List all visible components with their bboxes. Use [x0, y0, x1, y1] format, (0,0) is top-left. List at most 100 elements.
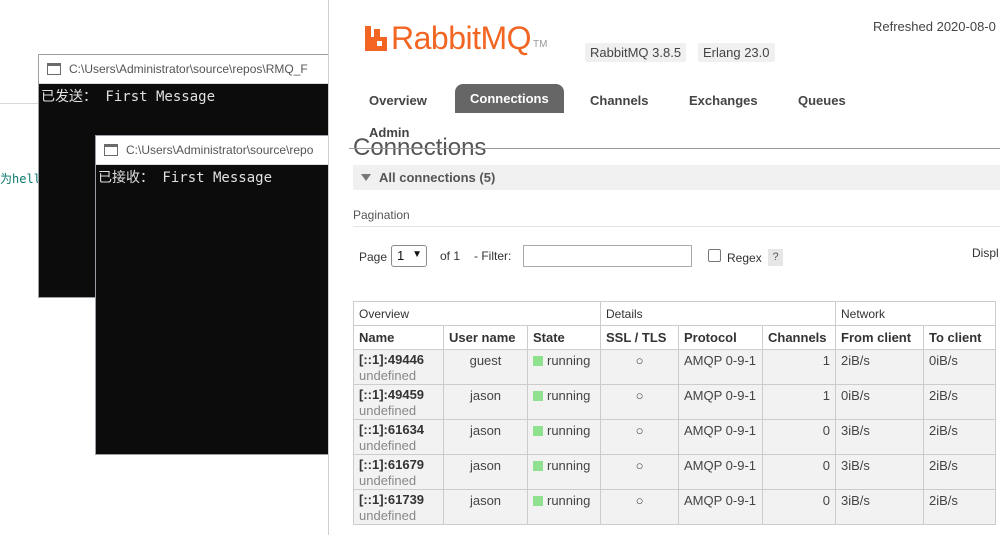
- rabbitmq-logo: RabbitMQ TM: [363, 22, 548, 54]
- ide-divider: [0, 103, 40, 104]
- state-text: running: [547, 458, 591, 473]
- user-name: jason: [443, 384, 528, 420]
- group-header-overview: Overview: [353, 301, 601, 326]
- user-name: jason: [443, 419, 528, 455]
- table-row: [::1]:61679 undefined jason running ○ AMQ…: [353, 454, 996, 490]
- column-header-channels[interactable]: Channels: [762, 325, 836, 350]
- state-text: running: [547, 353, 591, 368]
- logo-text: RabbitMQ: [391, 20, 532, 56]
- state-text: running: [547, 388, 591, 403]
- channels-count: 1: [762, 384, 836, 420]
- protocol: AMQP 0-9-1: [678, 384, 763, 420]
- column-header-protocol[interactable]: Protocol: [678, 325, 763, 350]
- connection-client: undefined: [359, 438, 417, 453]
- connection-name-link[interactable]: [::1]:49459: [359, 387, 438, 403]
- collapse-triangle-icon[interactable]: [361, 174, 371, 181]
- user-name: guest: [443, 349, 528, 385]
- console-output: 已接收： First Message: [98, 170, 273, 186]
- filter-input[interactable]: [523, 245, 692, 267]
- connection-name-link[interactable]: [::1]:49446: [359, 352, 438, 368]
- protocol: AMQP 0-9-1: [678, 349, 763, 385]
- logo-trademark: TM: [533, 39, 548, 50]
- user-name: jason: [443, 489, 528, 525]
- state-text: running: [547, 493, 591, 508]
- all-connections-toggle[interactable]: All connections (5): [353, 165, 1000, 190]
- section-label[interactable]: All connections (5): [379, 170, 495, 185]
- channels-count: 0: [762, 419, 836, 455]
- to-client-rate: 2iB/s: [923, 419, 996, 455]
- from-client-rate: 3iB/s: [835, 489, 924, 525]
- console-titlebar[interactable]: C:\Users\Administrator\source\repo: [96, 136, 334, 165]
- regex-label: Regex: [727, 251, 762, 265]
- state-text: running: [547, 423, 591, 438]
- page-select[interactable]: 1 ▼: [391, 245, 427, 267]
- channels-count: 0: [762, 454, 836, 490]
- pagination-label: Pagination: [353, 208, 410, 222]
- table-row: [::1]:49459 undefined jason running ○ AMQ…: [353, 384, 996, 420]
- tab-overview[interactable]: Overview: [369, 93, 427, 108]
- chevron-down-icon: ▼: [412, 249, 422, 260]
- connection-client: undefined: [359, 473, 417, 488]
- user-name: jason: [443, 454, 528, 490]
- running-status-icon: [533, 426, 543, 436]
- from-client-rate: 3iB/s: [835, 454, 924, 490]
- ide-code-snippet: 为hell: [0, 172, 41, 186]
- console-title: C:\Users\Administrator\source\repos\RMQ_…: [69, 62, 308, 76]
- running-status-icon: [533, 461, 543, 471]
- from-client-rate: 0iB/s: [835, 384, 924, 420]
- connection-name-link[interactable]: [::1]:61679: [359, 457, 438, 473]
- column-header-state[interactable]: State: [527, 325, 601, 350]
- connection-name-link[interactable]: [::1]:61634: [359, 422, 438, 438]
- from-client-rate: 2iB/s: [835, 349, 924, 385]
- tab-channels[interactable]: Channels: [590, 93, 649, 108]
- protocol: AMQP 0-9-1: [678, 419, 763, 455]
- console-window-icon: [104, 144, 118, 156]
- connection-client: undefined: [359, 368, 417, 383]
- channels-count: 1: [762, 349, 836, 385]
- erlang-badge: Erlang 23.0: [698, 43, 775, 62]
- connection-client: undefined: [359, 403, 417, 418]
- page-select-value: 1: [397, 248, 405, 263]
- table-row: [::1]:61739 undefined jason running ○ AMQ…: [353, 489, 996, 525]
- ssl-indicator-icon: ○: [600, 349, 679, 385]
- tab-queues[interactable]: Queues: [798, 93, 846, 108]
- ssl-indicator-icon: ○: [600, 384, 679, 420]
- connection-name-link[interactable]: [::1]:61739: [359, 492, 438, 508]
- page-count: of 1: [440, 249, 461, 263]
- nav-divider: [349, 148, 1000, 149]
- filter-label: - Filter:: [474, 249, 512, 263]
- running-status-icon: [533, 391, 543, 401]
- channels-count: 0: [762, 489, 836, 525]
- refreshed-timestamp[interactable]: Refreshed 2020-08-0: [873, 19, 996, 34]
- tab-connections[interactable]: Connections: [455, 84, 564, 113]
- connection-client: undefined: [359, 508, 417, 523]
- table-row: [::1]:61634 undefined jason running ○ AMQ…: [353, 419, 996, 455]
- rabbitmq-management-page: RabbitMQ TM RabbitMQ 3.8.5 Erlang 23.0 R…: [328, 0, 1000, 535]
- column-header-from-client[interactable]: From client: [835, 325, 924, 350]
- console-window-icon: [47, 63, 61, 75]
- tab-exchanges[interactable]: Exchanges: [689, 93, 758, 108]
- console-window-receiver[interactable]: C:\Users\Administrator\source\repo 已接收： …: [95, 135, 335, 455]
- rabbitmq-logo-icon: [365, 26, 387, 51]
- regex-help-button[interactable]: ?: [768, 249, 783, 266]
- pagination-divider: [353, 226, 1000, 227]
- console-titlebar[interactable]: C:\Users\Administrator\source\repos\RMQ_…: [39, 55, 337, 84]
- column-header-to-client[interactable]: To client: [923, 325, 996, 350]
- column-header-ssl-tls[interactable]: SSL / TLS: [600, 325, 679, 350]
- column-header-name[interactable]: Name: [353, 325, 444, 350]
- running-status-icon: [533, 496, 543, 506]
- to-client-rate: 2iB/s: [923, 489, 996, 525]
- to-client-rate: 2iB/s: [923, 454, 996, 490]
- ssl-indicator-icon: ○: [600, 454, 679, 490]
- group-header-network: Network: [835, 301, 996, 326]
- group-header-details: Details: [600, 301, 836, 326]
- from-client-rate: 3iB/s: [835, 419, 924, 455]
- console-output: 已发送： First Message: [41, 89, 216, 105]
- table-row: [::1]:49446 undefined guest running ○ AMQ…: [353, 349, 996, 385]
- regex-checkbox[interactable]: [708, 249, 721, 262]
- page-label: Page: [359, 250, 388, 264]
- version-badge: RabbitMQ 3.8.5: [585, 43, 687, 62]
- ssl-indicator-icon: ○: [600, 489, 679, 525]
- protocol: AMQP 0-9-1: [678, 489, 763, 525]
- column-header-user-name[interactable]: User name: [443, 325, 528, 350]
